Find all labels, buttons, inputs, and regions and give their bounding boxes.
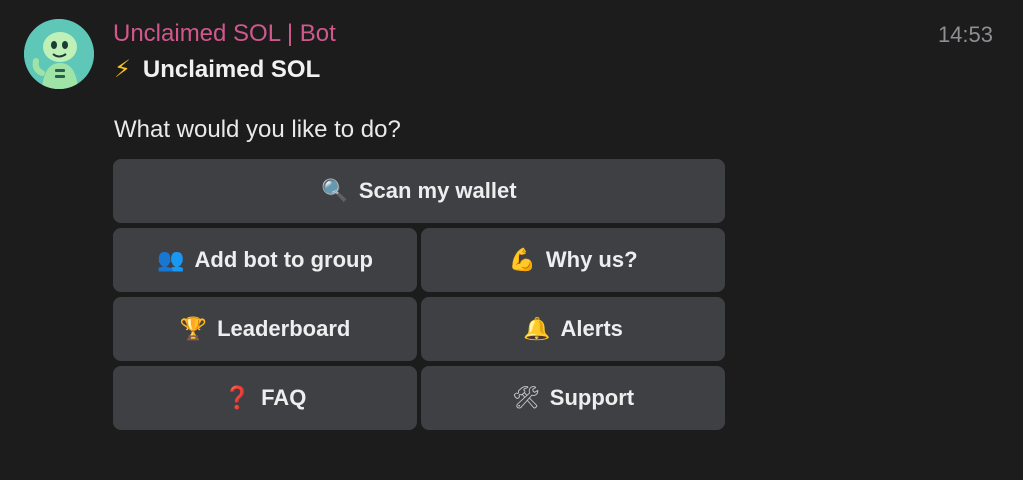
trophy-icon: 🏆 xyxy=(179,316,208,341)
button-label: Leaderboard xyxy=(217,316,351,341)
button-label: Support xyxy=(549,385,635,410)
add-bot-to-group-button[interactable]: 👥 Add bot to group xyxy=(113,228,417,292)
sender-name[interactable]: Unclaimed SOL | Bot xyxy=(113,20,336,48)
bot-message: Unclaimed SOL | Bot 14:53 ⚡ Unclaimed SO… xyxy=(0,0,1023,480)
scan-wallet-button[interactable]: 🔍 Scan my wallet xyxy=(113,159,725,223)
magnifier-icon: 🔍 xyxy=(321,178,349,203)
alerts-button[interactable]: 🔔 Alerts xyxy=(421,297,725,361)
question-mark-icon: ❓ xyxy=(223,385,252,410)
bot-title: ⚡ Unclaimed SOL xyxy=(114,55,320,84)
robot-mascot-icon xyxy=(24,19,94,89)
button-label: FAQ xyxy=(261,385,307,410)
button-label: Scan my wallet xyxy=(358,178,517,203)
bot-title-text: Unclaimed SOL xyxy=(142,55,321,83)
prompt-text: What would you like to do? xyxy=(114,116,401,143)
message-time: 14:53 xyxy=(937,22,993,47)
flexed-biceps-icon: 💪 xyxy=(508,247,536,272)
why-us-button[interactable]: 💪 Why us? xyxy=(421,228,725,292)
bot-avatar[interactable] xyxy=(24,19,94,89)
bell-icon: 🔔 xyxy=(523,316,551,341)
support-button[interactable]: 🛠 Support xyxy=(421,366,725,430)
button-label: Why us? xyxy=(545,247,638,272)
button-label: Add bot to group xyxy=(194,247,373,272)
leaderboard-button[interactable]: 🏆 Leaderboard xyxy=(113,297,417,361)
hammer-wrench-icon: 🛠 xyxy=(511,385,540,410)
button-label: Alerts xyxy=(560,316,623,341)
lightning-icon: ⚡ xyxy=(114,56,131,83)
faq-button[interactable]: ❓ FAQ xyxy=(113,366,417,430)
people-icon: 👥 xyxy=(157,247,185,272)
